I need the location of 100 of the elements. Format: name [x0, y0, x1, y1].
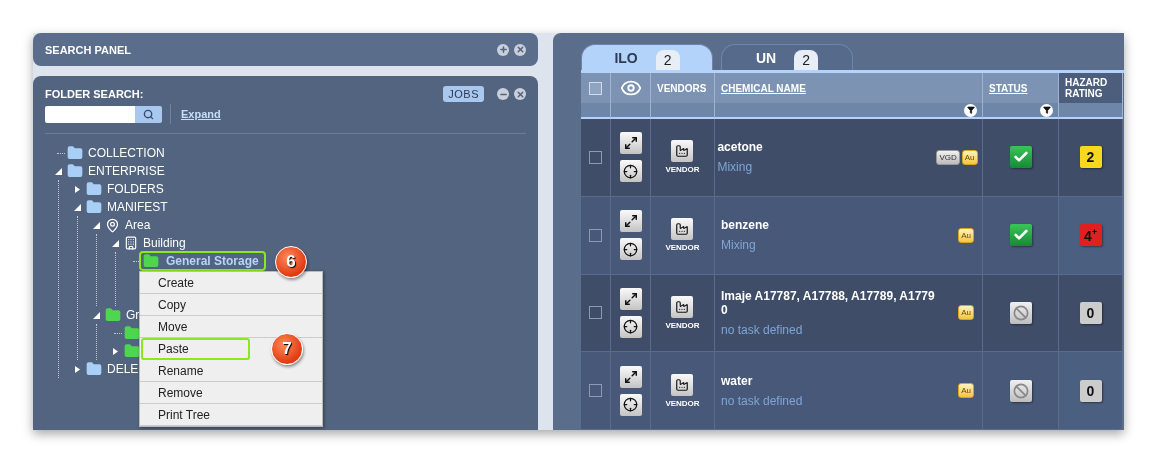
tag: Au — [958, 227, 974, 243]
panel-title: SEARCH PANEL — [45, 43, 131, 56]
chemical-name: acetone — [717, 140, 764, 155]
tree-item[interactable]: MANIFEST — [104, 199, 171, 215]
collapse-arrow-icon[interactable] — [73, 203, 81, 211]
collapse-arrow-icon[interactable] — [92, 221, 100, 229]
expand-arrow-icon[interactable] — [73, 185, 81, 193]
column-header: VENDORS — [657, 82, 707, 94]
select-all-checkbox[interactable] — [589, 81, 602, 95]
collapse-arrow-icon[interactable] — [111, 239, 119, 247]
factory-icon — [675, 299, 690, 314]
diagonal-arrows-icon — [623, 136, 638, 151]
jobs-button[interactable]: JOBS — [443, 86, 484, 102]
expand-link[interactable]: Expand — [181, 108, 221, 120]
tree-item[interactable]: Gr — [123, 307, 143, 323]
tree-item[interactable]: Area — [122, 217, 154, 233]
tree-item[interactable]: ENTERPRISE — [85, 163, 168, 179]
menu-item[interactable]: Rename — [140, 360, 322, 382]
factory-button[interactable] — [671, 218, 694, 241]
search-icon — [143, 108, 154, 120]
add-icon[interactable] — [497, 43, 509, 56]
menu-item[interactable]: Copy — [140, 294, 322, 316]
menu-item[interactable]: Create — [140, 272, 322, 294]
tree-item[interactable]: Building — [140, 235, 189, 251]
crosshair-icon — [623, 163, 638, 179]
tag: Au — [958, 383, 974, 399]
factory-icon — [675, 222, 690, 237]
chemical-name: benzene — [721, 218, 770, 233]
factory-button[interactable] — [671, 140, 694, 163]
factory-button[interactable] — [671, 295, 694, 318]
folder-icon — [86, 361, 102, 377]
task-label: Mixing — [721, 238, 757, 253]
hazard-rating: 4$^{+}$ — [1079, 224, 1102, 247]
step-callout: 7 — [271, 333, 303, 365]
folder-icon — [67, 145, 83, 161]
close-icon[interactable] — [514, 88, 526, 100]
folder-icon — [124, 325, 140, 341]
chemical-name: Imaje A17787, A17788, A17789, A17790 — [721, 288, 936, 317]
locate-button[interactable] — [619, 315, 642, 338]
folder-icon — [143, 253, 159, 269]
row-checkbox[interactable] — [589, 306, 602, 320]
collapse-arrow-icon[interactable] — [92, 311, 100, 319]
folder-icon — [105, 307, 121, 323]
column-header: HAZARD RATING — [1065, 77, 1109, 99]
panel-title: FOLDER SEARCH: — [45, 88, 144, 100]
search-field[interactable] — [45, 105, 135, 123]
tag: VGD — [936, 149, 960, 165]
vendor-label: VENDOR — [665, 398, 700, 408]
vendor-label: VENDOR — [665, 165, 700, 175]
diagonal-arrows-icon — [623, 369, 638, 384]
folder-icon — [86, 181, 102, 197]
tab[interactable]: ILO 2 — [581, 44, 713, 70]
hazard-rating: 2 — [1079, 146, 1102, 169]
collapse-arrow-icon[interactable] — [54, 167, 62, 175]
vendor-label: VENDOR — [665, 320, 700, 330]
building-icon — [124, 236, 138, 250]
expand-button[interactable] — [619, 132, 642, 155]
expand-button[interactable] — [619, 365, 642, 388]
folder-icon — [124, 343, 140, 359]
folder-icon — [86, 199, 102, 215]
hazard-rating: 0 — [1079, 379, 1102, 402]
minimize-icon[interactable] — [497, 88, 509, 100]
tab[interactable]: UN 2 — [721, 44, 853, 70]
expand-arrow-icon[interactable] — [73, 365, 81, 373]
tree-item[interactable]: FOLDERS — [104, 181, 167, 197]
expand-arrow-icon[interactable] — [111, 347, 119, 355]
column-header-link[interactable]: CHEMICAL NAME — [721, 82, 806, 94]
hazard-rating: 0 — [1079, 301, 1102, 324]
search-button[interactable] — [135, 105, 162, 123]
chemical-name: water — [721, 373, 754, 388]
factory-icon — [675, 377, 690, 392]
menu-item[interactable]: Remove — [140, 382, 322, 404]
crosshair-icon — [623, 319, 638, 335]
tag: Au — [961, 149, 978, 165]
factory-icon — [675, 144, 690, 159]
task-label: Mixing — [717, 160, 754, 175]
filter-icon[interactable] — [1040, 103, 1053, 117]
tree-item[interactable]: DELE — [104, 361, 142, 377]
locate-button[interactable] — [619, 238, 642, 261]
tree-item[interactable]: COLLECTION — [85, 145, 168, 161]
locate-button[interactable] — [619, 393, 642, 416]
step-callout: 6 — [275, 246, 307, 278]
column-header-link[interactable]: STATUS — [989, 82, 1028, 94]
row-checkbox[interactable] — [589, 228, 602, 242]
diagonal-arrows-icon — [623, 214, 638, 229]
factory-button[interactable] — [671, 373, 694, 396]
filter-icon[interactable] — [964, 103, 977, 117]
menu-item[interactable]: Print Tree — [140, 404, 322, 426]
folder-icon — [67, 163, 83, 179]
row-checkbox[interactable] — [589, 384, 602, 398]
expand-button[interactable] — [619, 210, 642, 233]
crosshair-icon — [623, 241, 638, 257]
vendor-label: VENDOR — [665, 243, 700, 253]
pin-icon — [105, 217, 120, 233]
locate-button[interactable] — [619, 160, 642, 183]
close-icon[interactable] — [514, 43, 526, 56]
row-checkbox[interactable] — [589, 150, 602, 164]
expand-button[interactable] — [619, 287, 642, 310]
diagonal-arrows-icon — [623, 291, 638, 306]
count-badge: 2 — [794, 50, 818, 70]
